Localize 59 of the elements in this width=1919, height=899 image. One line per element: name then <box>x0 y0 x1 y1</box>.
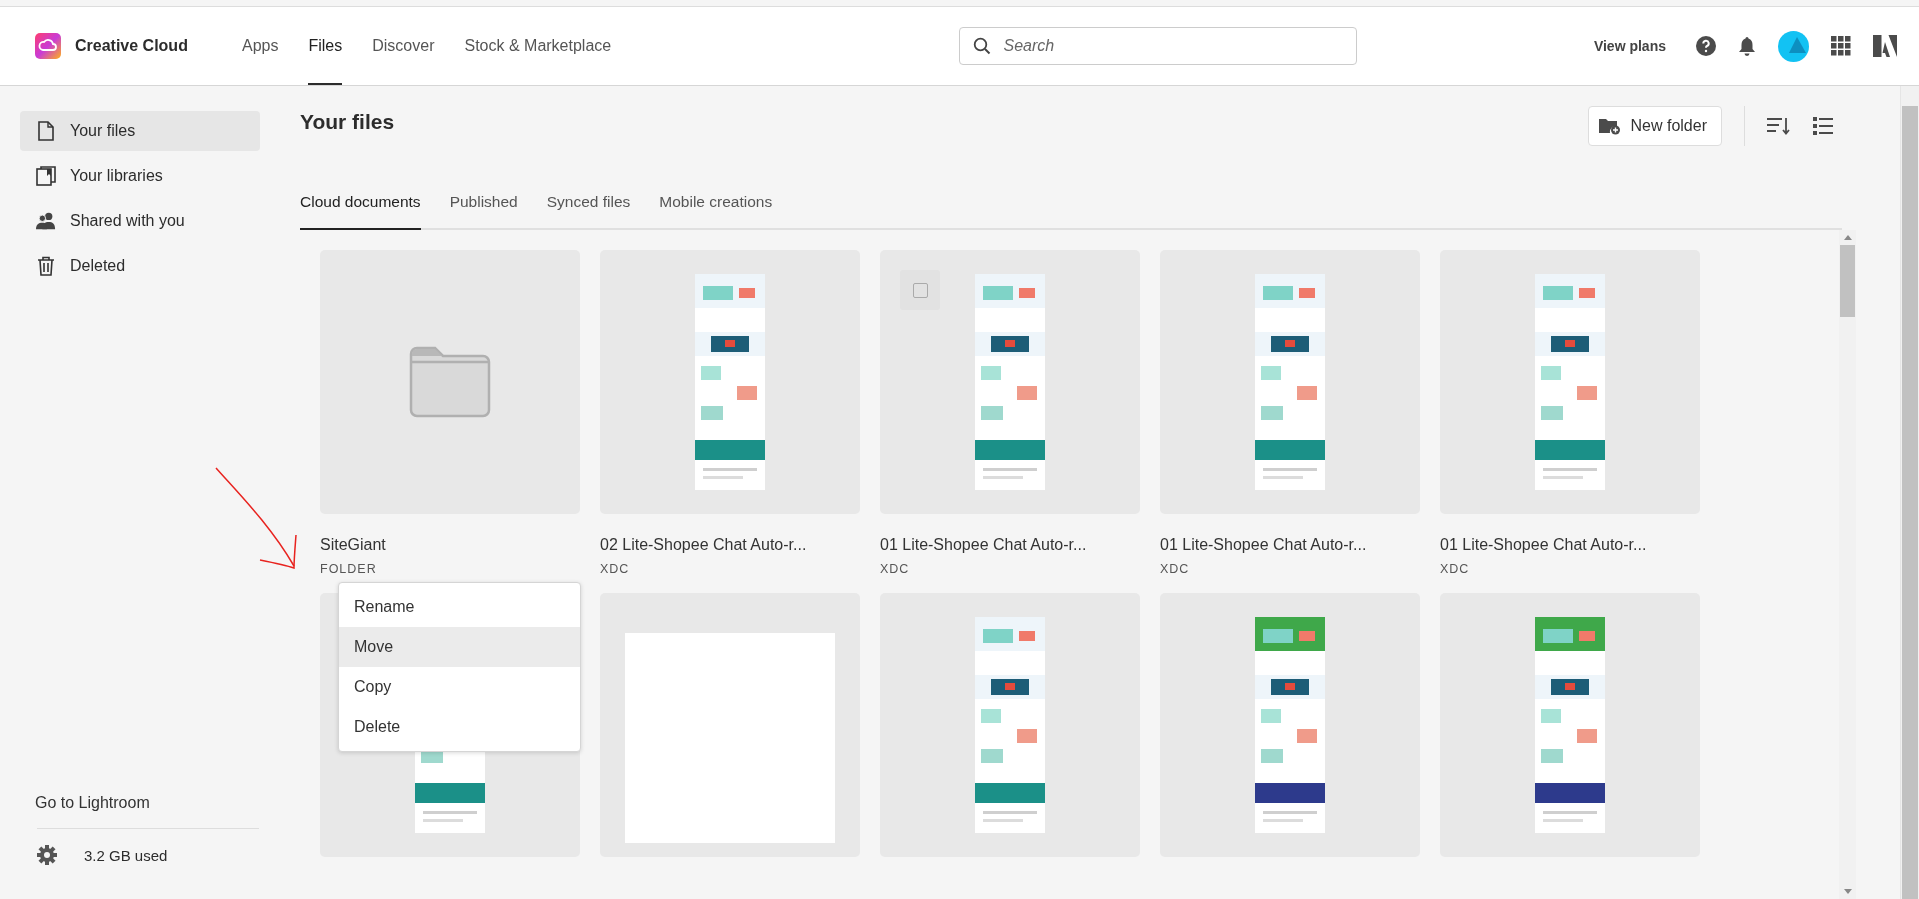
card-thumbnail[interactable] <box>880 250 1140 514</box>
tab[interactable]: Mobile creations <box>659 193 773 230</box>
card-thumbnail[interactable] <box>1160 593 1420 857</box>
card-thumbnail[interactable] <box>600 250 860 514</box>
people-icon <box>36 211 56 231</box>
file-type: XDC <box>880 562 911 576</box>
file-name: 01 Lite-Shopee Chat Auto-r... <box>1440 536 1648 554</box>
menu-item[interactable]: Move <box>339 627 580 667</box>
tab[interactable]: Cloud documents <box>300 193 421 230</box>
sidebar-item[interactable]: Deleted <box>20 246 260 286</box>
lightroom-link[interactable]: Go to Lightroom <box>35 794 262 812</box>
card-thumbnail[interactable] <box>1440 250 1700 514</box>
file-type: FOLDER <box>320 562 378 576</box>
inner-scrollbar[interactable] <box>1839 230 1856 899</box>
card-thumbnail[interactable] <box>1160 250 1420 514</box>
file-type: XDC <box>1160 562 1191 576</box>
avatar-icon[interactable] <box>1778 30 1809 62</box>
nav-link[interactable]: Apps <box>242 7 279 85</box>
help-icon[interactable] <box>1696 36 1716 56</box>
card-thumbnail[interactable] <box>1440 593 1700 857</box>
menu-item[interactable]: Delete <box>339 707 580 747</box>
notification-bell-icon[interactable] <box>1738 36 1756 56</box>
app-grid-icon[interactable] <box>1831 36 1851 56</box>
card-thumbnail[interactable] <box>880 593 1140 857</box>
file-name: 02 Lite-Shopee Chat Auto-r... <box>600 536 808 554</box>
storage-usage-text: 3.2 GB used <box>84 846 168 864</box>
sidebar-item[interactable]: Your libraries <box>20 156 260 196</box>
sort-icon[interactable] <box>1767 117 1791 135</box>
page-title: Your files <box>300 110 395 134</box>
file-name: 01 Lite-Shopee Chat Auto-r... <box>1160 536 1368 554</box>
view-plans-link[interactable]: View plans <box>1593 38 1666 54</box>
search-field[interactable]: Search <box>958 27 1357 65</box>
folder-icon <box>409 346 491 418</box>
tab[interactable]: Synced files <box>546 193 631 230</box>
nav-link[interactable]: Stock & Marketplace <box>464 7 612 85</box>
library-icon <box>36 166 56 186</box>
nav-link[interactable]: Discover <box>372 7 435 85</box>
sidebar-item[interactable]: Shared with you <box>20 201 260 241</box>
file-name: 01 Lite-Shopee Chat Auto-r... <box>880 536 1088 554</box>
creative-cloud-logo-icon <box>35 33 61 59</box>
settings-icon[interactable] <box>37 845 57 865</box>
card-thumbnail[interactable] <box>320 250 580 514</box>
trash-icon <box>36 256 56 276</box>
menu-item[interactable]: Rename <box>339 587 580 627</box>
menu-item[interactable]: Copy <box>339 667 580 707</box>
document-icon <box>36 121 56 141</box>
brand-name: Creative Cloud <box>75 37 188 55</box>
folder-add-icon <box>1598 117 1621 135</box>
adobe-logo-icon[interactable] <box>1873 35 1897 57</box>
new-folder-button[interactable]: New folder <box>1587 106 1722 146</box>
file-name: SiteGiant <box>320 536 387 554</box>
file-type: XDC <box>600 562 631 576</box>
list-view-icon[interactable] <box>1813 117 1833 135</box>
select-checkbox[interactable] <box>900 270 940 310</box>
file-type: XDC <box>1440 562 1471 576</box>
sidebar-item[interactable]: Your files <box>20 111 260 151</box>
nav-link[interactable]: Files <box>308 7 343 85</box>
tab[interactable]: Published <box>449 193 518 230</box>
page-scrollbar[interactable] <box>1900 86 1919 899</box>
